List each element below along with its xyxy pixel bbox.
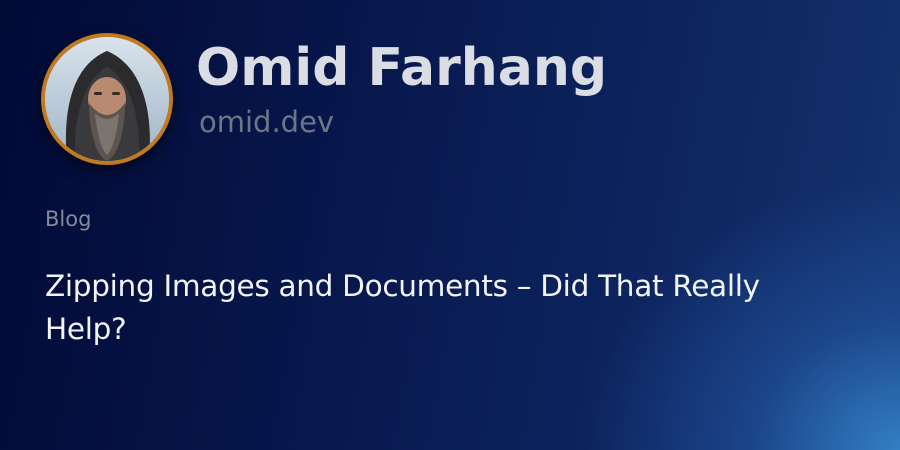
- post-title: Zipping Images and Documents – Did That …: [45, 269, 760, 346]
- user-avatar-photo-icon: [45, 37, 169, 161]
- site-domain: omid.dev: [199, 105, 335, 139]
- post-category: Blog: [45, 207, 92, 231]
- author-name: Omid Farhang: [196, 38, 608, 98]
- avatar: [41, 33, 173, 165]
- social-preview-card: Omid Farhang omid.dev Blog Zipping Image…: [0, 0, 900, 450]
